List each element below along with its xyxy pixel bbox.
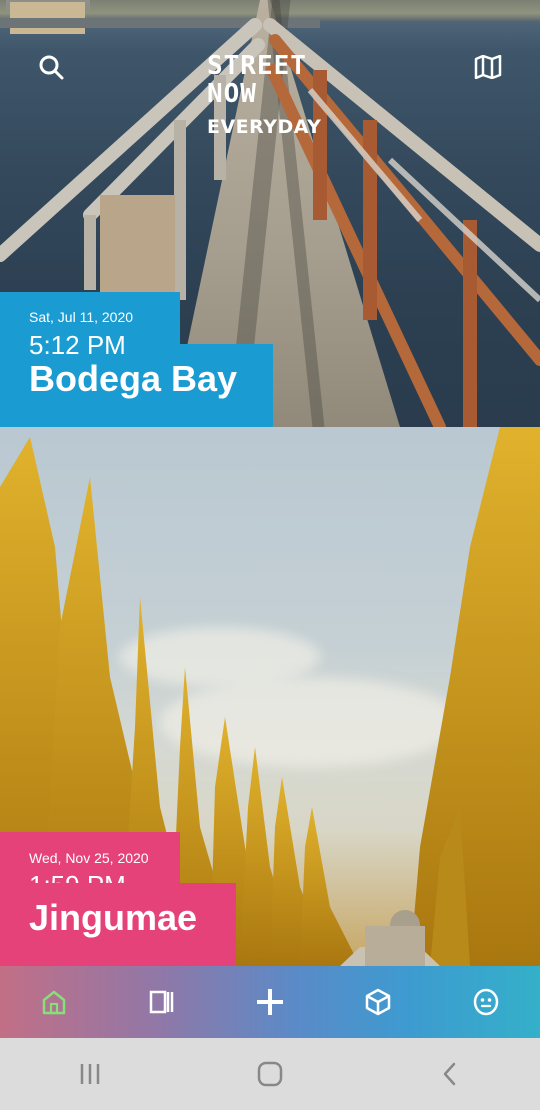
- home-icon: [42, 990, 66, 1015]
- cube-icon: [365, 988, 391, 1016]
- post-place: Jingumae: [29, 897, 198, 938]
- recent-apps-icon: [80, 1064, 100, 1084]
- back-chevron-icon: [443, 1062, 456, 1086]
- tab-profile[interactable]: [432, 966, 540, 1038]
- recent-apps-button[interactable]: [60, 1044, 120, 1104]
- tab-journal[interactable]: [108, 966, 216, 1038]
- search-icon: [39, 55, 64, 80]
- post-time-display: 5:12 PM: [29, 330, 126, 360]
- tab-explore[interactable]: [324, 966, 432, 1038]
- system-home-button[interactable]: [240, 1044, 300, 1104]
- plus-icon: [257, 989, 283, 1015]
- logo-main-text: STREET NOW: [207, 51, 307, 109]
- tab-home[interactable]: [0, 966, 108, 1038]
- back-button[interactable]: [420, 1044, 480, 1104]
- logo-sub-text: EVERYDAY: [207, 116, 322, 138]
- museum-building: [365, 926, 425, 966]
- tab-add[interactable]: [216, 966, 324, 1038]
- book-icon: [149, 990, 174, 1014]
- map-button[interactable]: [473, 52, 503, 82]
- post-card-bodega-bay[interactable]: STREET NOW EVERYDAY Sat, Jul 11, 2020 Bo…: [0, 0, 540, 427]
- post-date: Wed, Nov 25, 2020: [29, 850, 149, 866]
- app-logo: STREET NOW EVERYDAY: [207, 52, 321, 138]
- post-place: Bodega Bay: [29, 358, 238, 399]
- post-card-jingumae[interactable]: Wed, Nov 25, 2020 1:59 PM Jingumae: [0, 427, 540, 966]
- face-icon: [473, 988, 499, 1016]
- search-button[interactable]: [36, 52, 66, 82]
- home-circle-icon: [257, 1061, 283, 1087]
- map-icon: [474, 55, 502, 79]
- bottom-tab-bar: [0, 966, 540, 1038]
- system-navigation-bar: [0, 1038, 540, 1110]
